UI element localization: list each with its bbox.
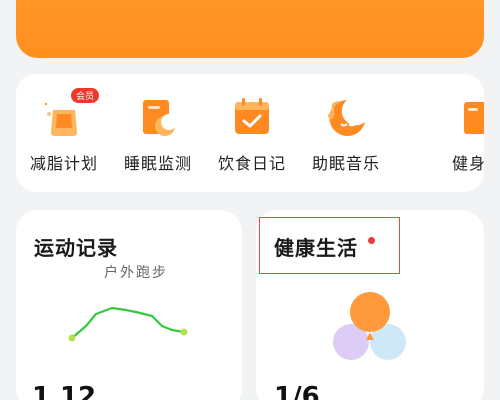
service-label: 健身 [452,154,484,173]
top-banner[interactable] [16,0,484,58]
running-route-graphic [68,306,188,342]
exercise-card-title: 运动记录 [34,236,118,260]
service-fitness[interactable]: 健身 [436,94,484,174]
service-label: 饮食日记 [217,154,286,173]
health-illustration [333,292,406,360]
service-label: 睡眠监测 [123,154,192,173]
fat-loss-plan-icon: 会员 [41,88,100,140]
service-fat-loss-plan[interactable]: 会员 减脂计划 [24,88,104,174]
exercise-value: 1.12 [32,382,97,400]
service-label: 减脂计划 [29,154,98,173]
member-badge: 会员 [71,88,100,103]
sleep-monitor-icon [135,94,181,140]
sleep-music-icon [323,94,369,140]
exercise-type-label: 户外跑步 [104,265,168,281]
health-value: 1/6 [274,382,320,400]
highlight-box [259,217,400,274]
services-panel: 会员 减脂计划 睡眠监测 饮食日记 助眠音乐 健身 [16,74,484,192]
route-start-icon [68,334,76,342]
service-diet-diary[interactable]: 饮食日记 [212,94,292,174]
service-label: 助眠音乐 [311,154,380,173]
diet-diary-icon [229,94,275,140]
fitness-icon [460,94,484,140]
service-sleep-music[interactable]: 助眠音乐 [306,94,386,174]
service-sleep-monitor[interactable]: 睡眠监测 [118,94,198,174]
route-end-icon [180,328,188,336]
